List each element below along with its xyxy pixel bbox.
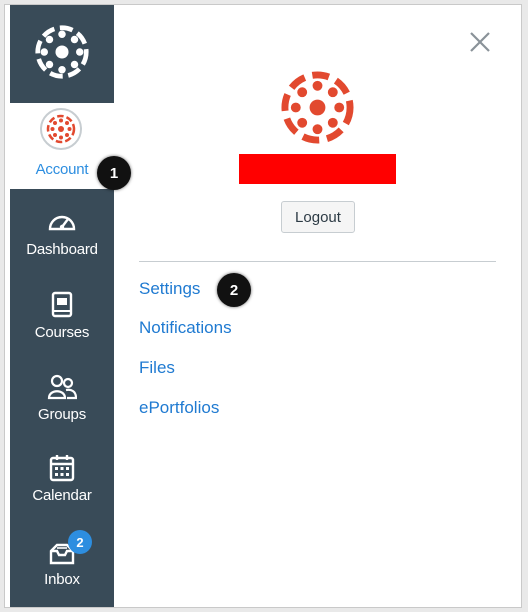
inbox-unread-badge: 2 — [68, 530, 92, 554]
canvas-avatar-icon — [46, 114, 76, 144]
nav-label-calendar: Calendar — [32, 487, 92, 504]
redacted-user-name — [239, 154, 396, 184]
close-icon[interactable] — [467, 29, 493, 55]
nav-item-dashboard[interactable]: Dashboard — [10, 201, 114, 281]
canvas-logo-icon — [35, 24, 89, 79]
nav-label-groups: Groups — [38, 406, 86, 423]
courses-icon — [51, 291, 73, 318]
files-link[interactable]: Files — [139, 358, 175, 378]
tray-divider — [139, 261, 496, 262]
nav-item-calendar[interactable]: Calendar — [10, 447, 114, 527]
nav-label-courses: Courses — [34, 324, 90, 341]
account-avatar — [40, 108, 82, 150]
app-frame: Account Dashboard Courses Groups Calenda… — [4, 4, 522, 608]
groups-icon — [47, 374, 77, 400]
global-nav: Account Dashboard Courses Groups Calenda… — [10, 5, 114, 607]
step-callout-2: 2 — [217, 273, 251, 307]
nav-item-courses[interactable]: Courses — [10, 284, 114, 364]
nav-label-dashboard: Dashboard — [26, 241, 98, 258]
canvas-logo[interactable] — [10, 8, 114, 95]
nav-item-inbox[interactable]: 2 Inbox — [10, 530, 114, 607]
calendar-icon — [49, 455, 75, 482]
nav-item-groups[interactable]: Groups — [10, 366, 114, 446]
dashboard-icon — [48, 215, 76, 231]
nav-label-inbox: Inbox — [44, 571, 80, 588]
eportfolios-link[interactable]: ePortfolios — [139, 398, 219, 418]
profile-avatar-icon — [281, 71, 354, 144]
step-callout-1: 1 — [97, 156, 131, 190]
logout-button[interactable]: Logout — [281, 201, 355, 233]
settings-link[interactable]: Settings — [139, 279, 200, 299]
notifications-link[interactable]: Notifications — [139, 318, 232, 338]
